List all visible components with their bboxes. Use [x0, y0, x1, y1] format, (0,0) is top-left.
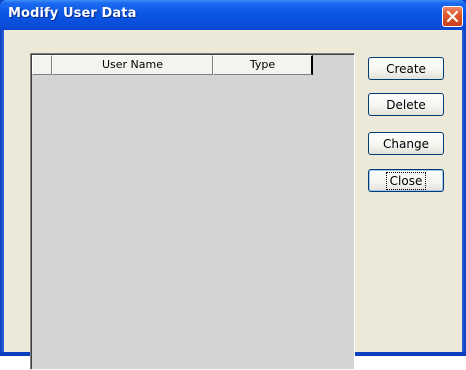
column-header-type[interactable]: Type	[213, 55, 313, 75]
close-button[interactable]: Close	[368, 169, 444, 192]
window-right-border	[462, 30, 466, 356]
column-header-select[interactable]	[32, 55, 52, 75]
window-title: Modify User Data	[8, 6, 137, 21]
user-list[interactable]: User Name Type	[30, 53, 355, 370]
column-header-user-name[interactable]: User Name	[52, 55, 213, 75]
user-list-header: User Name Type	[32, 55, 320, 75]
close-icon	[446, 10, 459, 23]
change-button[interactable]: Change	[368, 132, 444, 155]
create-button[interactable]: Create	[368, 57, 444, 80]
modify-user-data-dialog: Modify User Data User Name Type Create D	[0, 0, 466, 370]
dialog-client-area: User Name Type Create Delete Change Clos…	[4, 30, 462, 370]
user-list-body[interactable]: User Name Type	[31, 54, 354, 369]
change-button-label: Change	[383, 136, 429, 151]
delete-button[interactable]: Delete	[368, 93, 444, 116]
delete-button-label: Delete	[386, 97, 426, 112]
create-button-label: Create	[386, 61, 426, 76]
close-button-label: Close	[385, 171, 427, 190]
title-close-button[interactable]	[442, 6, 463, 27]
title-bar[interactable]: Modify User Data	[0, 0, 466, 30]
